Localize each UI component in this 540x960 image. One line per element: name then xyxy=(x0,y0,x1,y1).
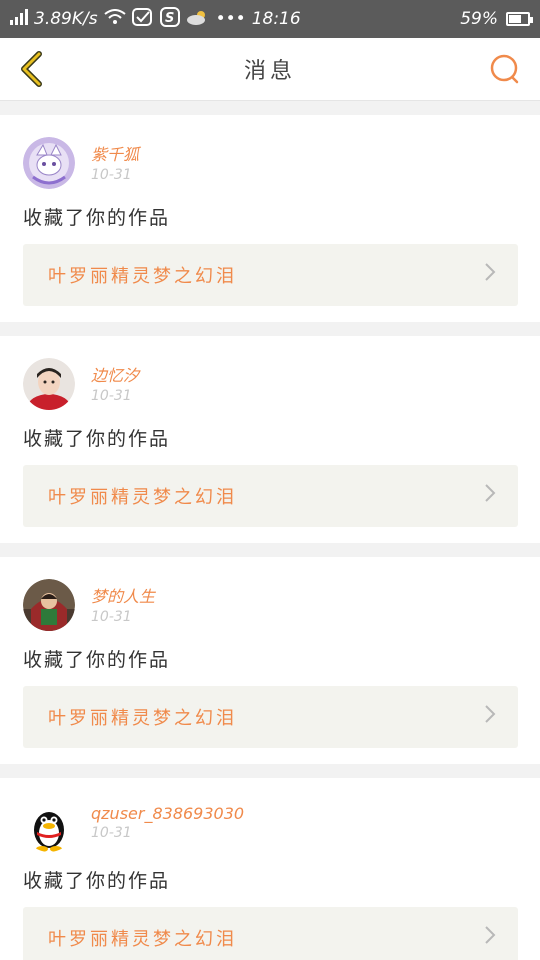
user-avatar[interactable] xyxy=(23,800,75,852)
search-button[interactable] xyxy=(488,52,522,86)
top-nav-bar: 消息 xyxy=(0,38,540,101)
boy-portrait-avatar-icon xyxy=(23,358,75,410)
more-dots-icon: ••• xyxy=(215,9,246,29)
user-avatar[interactable] xyxy=(23,137,75,189)
message-date: 10-31 xyxy=(91,167,132,183)
message-card: 边忆汐 10-31 收藏了你的作品 叶罗丽精灵梦之幻泪 xyxy=(0,336,540,543)
message-date: 10-31 xyxy=(91,825,132,841)
search-icon xyxy=(490,54,519,84)
wifi-icon xyxy=(103,8,126,30)
battery-percent: 59% xyxy=(460,9,498,29)
svg-text:S: S xyxy=(165,11,174,26)
work-link[interactable]: 叶罗丽精灵梦之幻泪 xyxy=(23,907,518,960)
clock: 18:16 xyxy=(251,9,301,29)
work-link[interactable]: 叶罗丽精灵梦之幻泪 xyxy=(23,465,518,527)
battery-icon xyxy=(506,12,533,26)
notification-icon xyxy=(131,7,154,31)
username[interactable]: 梦的人生 xyxy=(91,583,155,607)
work-title: 叶罗丽精灵梦之幻泪 xyxy=(48,266,237,287)
message-card: qzuser_838693030 10-31 收藏了你的作品 叶罗丽精灵梦之幻泪 xyxy=(0,778,540,960)
child-photo-avatar-icon xyxy=(23,579,75,631)
message-date: 10-31 xyxy=(91,609,132,625)
status-bar: 3.89K/s S ••• 18:16 59% xyxy=(0,0,540,38)
network-speed: 3.89K/s xyxy=(34,9,98,29)
chevron-right-icon xyxy=(484,704,496,730)
work-link[interactable]: 叶罗丽精灵梦之幻泪 xyxy=(23,244,518,306)
user-avatar[interactable] xyxy=(23,358,75,410)
qq-penguin-avatar-icon xyxy=(23,800,75,852)
signal-icon xyxy=(10,8,28,30)
username[interactable]: 边忆汐 xyxy=(91,362,139,386)
chevron-right-icon xyxy=(484,925,496,951)
user-avatar[interactable] xyxy=(23,579,75,631)
message-card: 紫千狐 10-31 收藏了你的作品 叶罗丽精灵梦之幻泪 xyxy=(0,115,540,322)
chevron-right-icon xyxy=(484,262,496,288)
white-fox-avatar-icon xyxy=(23,137,75,189)
work-title: 叶罗丽精灵梦之幻泪 xyxy=(48,487,237,508)
back-arrow-icon xyxy=(21,51,42,87)
work-link[interactable]: 叶罗丽精灵梦之幻泪 xyxy=(23,686,518,748)
message-date: 10-31 xyxy=(91,388,132,404)
message-card: 梦的人生 10-31 收藏了你的作品 叶罗丽精灵梦之幻泪 xyxy=(0,557,540,764)
page-title: 消息 xyxy=(243,59,296,84)
app-s-icon: S xyxy=(159,6,180,32)
username[interactable]: 紫千狐 xyxy=(91,141,139,165)
work-title: 叶罗丽精灵梦之幻泪 xyxy=(48,929,237,950)
action-text: 收藏了你的作品 xyxy=(23,649,171,671)
back-button[interactable] xyxy=(14,50,50,88)
username[interactable]: qzuser_838693030 xyxy=(91,804,244,823)
action-text: 收藏了你的作品 xyxy=(23,428,171,450)
weather-icon xyxy=(186,9,210,30)
work-title: 叶罗丽精灵梦之幻泪 xyxy=(48,708,237,729)
action-text: 收藏了你的作品 xyxy=(23,870,171,892)
action-text: 收藏了你的作品 xyxy=(23,207,171,229)
message-list: 紫千狐 10-31 收藏了你的作品 叶罗丽精灵梦之幻泪 边忆汐 10-31 收藏… xyxy=(0,101,540,960)
chevron-right-icon xyxy=(484,483,496,509)
